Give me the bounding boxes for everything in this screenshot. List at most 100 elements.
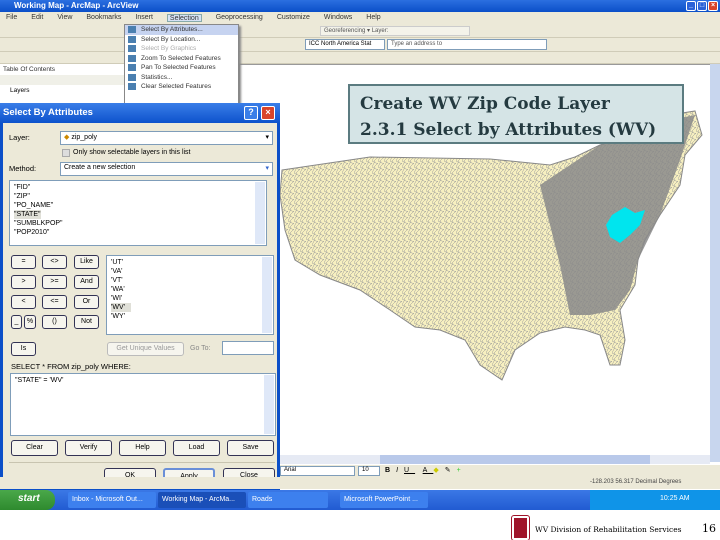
menu-item[interactable]: Clear Selected Features [125, 82, 238, 92]
menu-windows[interactable]: Windows [324, 14, 352, 22]
menu-item[interactable]: Pan To Selected Features [125, 63, 238, 73]
menu-geoprocessing[interactable]: Geoprocessing [216, 14, 263, 22]
operator-button[interactable]: Or [74, 295, 99, 309]
font-size-select[interactable]: 10 [358, 466, 380, 476]
taskbar-item[interactable]: Inbox - Microsoft Out... [68, 492, 156, 508]
maximize-button[interactable]: □ [697, 1, 707, 11]
menu-item[interactable]: Select By Location... [125, 35, 238, 45]
layer-combo[interactable]: ICC North America Stat [305, 39, 385, 50]
map-vertical-scrollbar[interactable] [710, 64, 720, 462]
operator-button[interactable]: _ [11, 315, 22, 329]
is-button[interactable]: Is [11, 342, 36, 356]
load-button[interactable]: Load [173, 440, 220, 456]
menu-file[interactable]: File [6, 14, 17, 22]
callout-title: Create WV Zip Code Layer [360, 94, 610, 114]
operator-button[interactable]: < [11, 295, 36, 309]
close-button[interactable]: × [708, 1, 718, 11]
menu-item[interactable]: Select By Graphics [125, 44, 238, 54]
taskbar-item[interactable]: Working Map - ArcMa... [158, 492, 246, 508]
menu-item-label: Select By Graphics [141, 45, 197, 52]
only-selectable-checkbox[interactable] [62, 149, 70, 157]
fields-list[interactable]: "FID" "ZIP" "PO_NAME" "STATE" "SUMBLKPOP" "PO… [9, 180, 267, 246]
menu-bar: File Edit View Bookmarks Insert Selection Geop… [0, 12, 720, 24]
page-number: 16 [702, 522, 716, 535]
dialog-close-button[interactable]: × [261, 106, 275, 120]
sql-expression: "STATE" = 'WV' [15, 377, 64, 384]
value-item[interactable]: 'VT' [111, 276, 269, 285]
callout-subtitle: 2.3.1 Select by Attributes (WV) [360, 120, 657, 140]
operator-button[interactable]: And [74, 275, 99, 289]
georeferencing-toolbar[interactable]: Georeferencing ▾ Layer: [320, 26, 470, 36]
menu-item[interactable]: Select By Attributes... [125, 25, 238, 35]
operator-button[interactable]: <> [42, 255, 67, 269]
layer-select[interactable]: ◆ zip_poly ▾ [60, 131, 273, 145]
operator-button[interactable]: >= [42, 275, 67, 289]
menu-item-icon [128, 35, 136, 43]
minimize-button[interactable]: _ [686, 1, 696, 11]
verify-button[interactable]: Verify [65, 440, 112, 456]
go-to-input[interactable] [222, 341, 274, 355]
menu-customize[interactable]: Customize [277, 14, 310, 22]
menu-item[interactable]: Zoom To Selected Features [125, 54, 238, 64]
task-label: Inbox - Microsoft Out... [72, 496, 143, 503]
status-bar: -128.203 56.317 Decimal Degrees [0, 477, 720, 489]
menu-view[interactable]: View [57, 14, 72, 22]
value-item[interactable]: 'WY' [111, 312, 269, 321]
menu-item-label: Statistics... [141, 73, 173, 81]
menu-item-icon [128, 83, 136, 90]
value-item[interactable]: 'WA' [111, 285, 269, 294]
menu-item-label: Zoom To Selected Features [141, 54, 221, 62]
value-item[interactable]: 'WV' [111, 303, 131, 312]
operator-button[interactable]: Not [74, 315, 99, 329]
menu-edit[interactable]: Edit [31, 14, 43, 22]
field-item[interactable]: "STATE" [14, 210, 41, 219]
menu-help[interactable]: Help [366, 14, 380, 22]
clock: 10:25 AM [660, 495, 690, 502]
value-item[interactable]: 'UT' [111, 258, 269, 267]
help-icon[interactable]: ? [244, 106, 258, 120]
menu-item-icon [128, 73, 136, 81]
taskbar-item[interactable]: Microsoft PowerPoint ... [340, 492, 428, 508]
field-item[interactable]: "POP2010" [14, 228, 262, 237]
wvdrs-logo [511, 515, 530, 540]
layer-label: Layer: [9, 133, 30, 142]
operator-button[interactable]: % [24, 315, 36, 329]
start-button[interactable]: start [0, 490, 55, 510]
only-selectable-label: Only show selectable layers in this list [73, 149, 191, 156]
value-item[interactable]: 'WI' [111, 294, 269, 303]
help-button[interactable]: Help [119, 440, 166, 456]
get-unique-values-button[interactable]: Get Unique Values [107, 342, 184, 356]
operator-button[interactable]: = [11, 255, 36, 269]
map-horizontal-scrollbar[interactable] [280, 455, 710, 464]
menu-bookmarks[interactable]: Bookmarks [86, 14, 121, 22]
menu-item-icon [128, 26, 136, 33]
save-button[interactable]: Save [227, 440, 274, 456]
dialog-title-bar: Select By Attributes ? × [0, 103, 280, 123]
layout-toolbar [0, 52, 720, 64]
address-search-input[interactable]: Type an address to [387, 39, 547, 50]
field-item[interactable]: "PO_NAME" [14, 201, 262, 210]
value-item[interactable]: 'VA' [111, 267, 269, 276]
values-list[interactable]: 'UT' 'VA' 'VT' 'WA' 'WI' 'WV' 'WY' [106, 255, 274, 335]
menu-insert[interactable]: Insert [135, 14, 153, 22]
sql-expression-textarea[interactable]: "STATE" = 'WV' [10, 373, 276, 436]
operator-button[interactable]: <= [42, 295, 67, 309]
field-item[interactable]: "ZIP" [14, 192, 262, 201]
operator-button[interactable]: () [42, 315, 67, 329]
tools-toolbar: ICC North America Stat Type an address t… [0, 38, 720, 52]
format-buttons[interactable]: BIU A◆✎+ [385, 466, 467, 474]
operator-button[interactable]: Like [74, 255, 99, 269]
menu-selection[interactable]: Selection [166, 14, 202, 22]
taskbar-item[interactable]: Roads [248, 492, 328, 508]
clear-button[interactable]: Clear [11, 440, 58, 456]
field-item[interactable]: "FID" [14, 183, 262, 192]
method-select[interactable]: Create a new selection ▾ [60, 162, 273, 176]
menu-item-label: Select By Attributes... [141, 26, 203, 33]
field-item[interactable]: "SUMBLKPOP" [14, 219, 262, 228]
font-select[interactable]: Arial [280, 466, 355, 476]
chevron-down-icon: ▾ [265, 165, 269, 172]
menu-item[interactable]: Statistics... [125, 73, 238, 83]
sql-label: SELECT * FROM zip_poly WHERE: [11, 362, 131, 371]
operator-button[interactable]: > [11, 275, 36, 289]
dialog-title: Select By Attributes [3, 107, 93, 118]
